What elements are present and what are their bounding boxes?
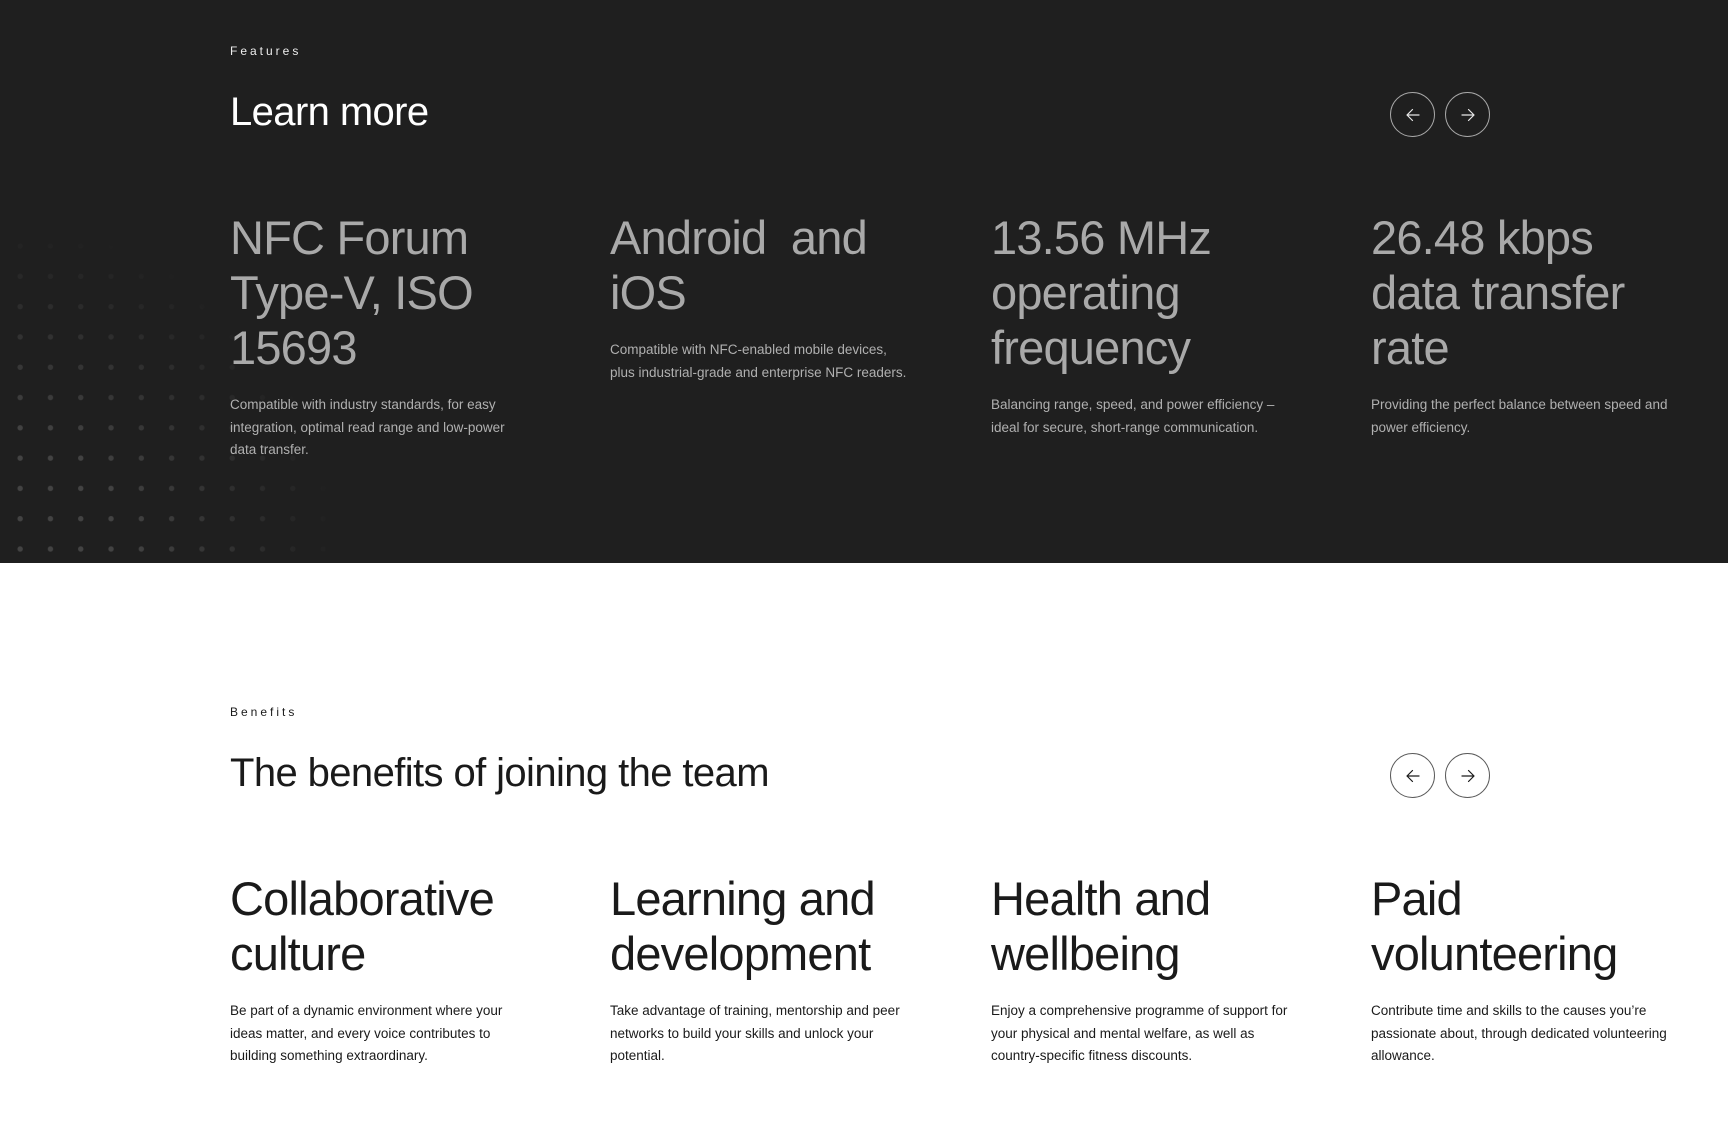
feature-card-description: Balancing range, speed, and power effici… <box>991 397 1275 435</box>
features-title: Learn more <box>230 90 429 134</box>
benefits-eyebrow: Benefits <box>230 705 298 719</box>
benefit-card: Paid volunteering Contribute time and sk… <box>1371 871 1691 1068</box>
benefit-card: Learning and development Take advantage … <box>610 871 930 1068</box>
feature-card-description: Providing the perfect balance between sp… <box>1371 397 1668 435</box>
benefits-title: The benefits of joining the team <box>230 751 770 795</box>
benefit-card-title: Collaborative culture <box>230 872 495 980</box>
benefit-card-description: Enjoy a comprehensive programme of suppo… <box>991 1003 1288 1063</box>
feature-card: 13.56 MHz operating frequency Balancing … <box>991 210 1311 439</box>
features-section: Features Learn more NFC Forum Type-V, IS… <box>0 0 1728 563</box>
arrow-right-icon <box>1460 108 1475 121</box>
benefits-next-button[interactable] <box>1445 753 1490 798</box>
benefit-card: Health and wellbeing Enjoy a comprehensi… <box>991 871 1311 1068</box>
feature-card: Android and iOS Compatible with NFC-enab… <box>610 210 930 384</box>
arrow-left-icon <box>1405 108 1420 121</box>
benefit-card: Collaborative culture Be part of a dynam… <box>230 871 550 1068</box>
benefit-card-description: Take advantage of training, mentorship a… <box>610 1003 900 1063</box>
features-eyebrow: Features <box>230 44 302 58</box>
benefits-section: Benefits The benefits of joining the tea… <box>0 563 1728 1140</box>
benefit-card-description: Be part of a dynamic environment where y… <box>230 1003 503 1063</box>
features-next-button[interactable] <box>1445 92 1490 137</box>
feature-card-description: Compatible with NFC-enabled mobile devic… <box>610 342 907 380</box>
feature-card: NFC Forum Type-V, ISO 15693 Compatible w… <box>230 210 550 462</box>
benefits-prev-button[interactable] <box>1390 753 1435 798</box>
feature-card-title: 26.48 kbps data transfer rate <box>1371 211 1625 374</box>
feature-card-title: NFC Forum Type-V, ISO 15693 <box>230 211 474 374</box>
feature-card-title: Android and iOS <box>610 211 880 319</box>
benefit-card-title: Paid volunteering <box>1371 872 1618 980</box>
feature-card-title: 13.56 MHz operating frequency <box>991 211 1212 374</box>
benefit-card-title: Health and wellbeing <box>991 872 1211 980</box>
benefit-card-description: Contribute time and skills to the causes… <box>1371 1003 1667 1063</box>
arrow-right-icon <box>1460 769 1475 782</box>
benefit-card-title: Learning and development <box>610 872 876 980</box>
feature-card: 26.48 kbps data transfer rate Providing … <box>1371 210 1691 439</box>
arrow-left-icon <box>1405 769 1420 782</box>
features-prev-button[interactable] <box>1390 92 1435 137</box>
feature-card-description: Compatible with industry standards, for … <box>230 397 505 457</box>
